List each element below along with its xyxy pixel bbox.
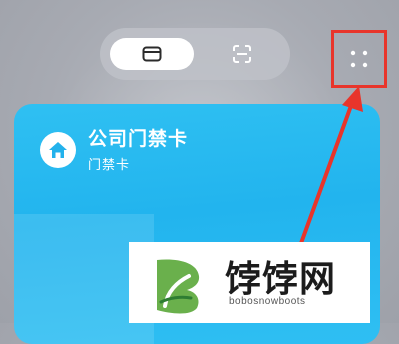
watermark: 饽饽网 bobosnowboots xyxy=(129,242,370,323)
more-options-button[interactable] xyxy=(331,30,387,88)
watermark-domain: bobosnowboots xyxy=(229,296,306,307)
home-icon xyxy=(49,142,67,158)
card-icon-badge xyxy=(40,132,76,168)
watermark-name: 饽饽网 xyxy=(225,259,337,300)
card-subtitle: 门禁卡 xyxy=(88,157,131,172)
card-mode-switch xyxy=(100,28,290,80)
card-mode-button[interactable] xyxy=(110,38,194,70)
card-mode-icon xyxy=(142,46,162,62)
leaf-logo-icon xyxy=(157,259,200,314)
more-dots-icon xyxy=(350,50,368,68)
scan-mode-button[interactable] xyxy=(204,38,280,70)
card-title: 公司门禁卡 xyxy=(88,129,189,150)
scan-mode-icon xyxy=(233,45,251,63)
